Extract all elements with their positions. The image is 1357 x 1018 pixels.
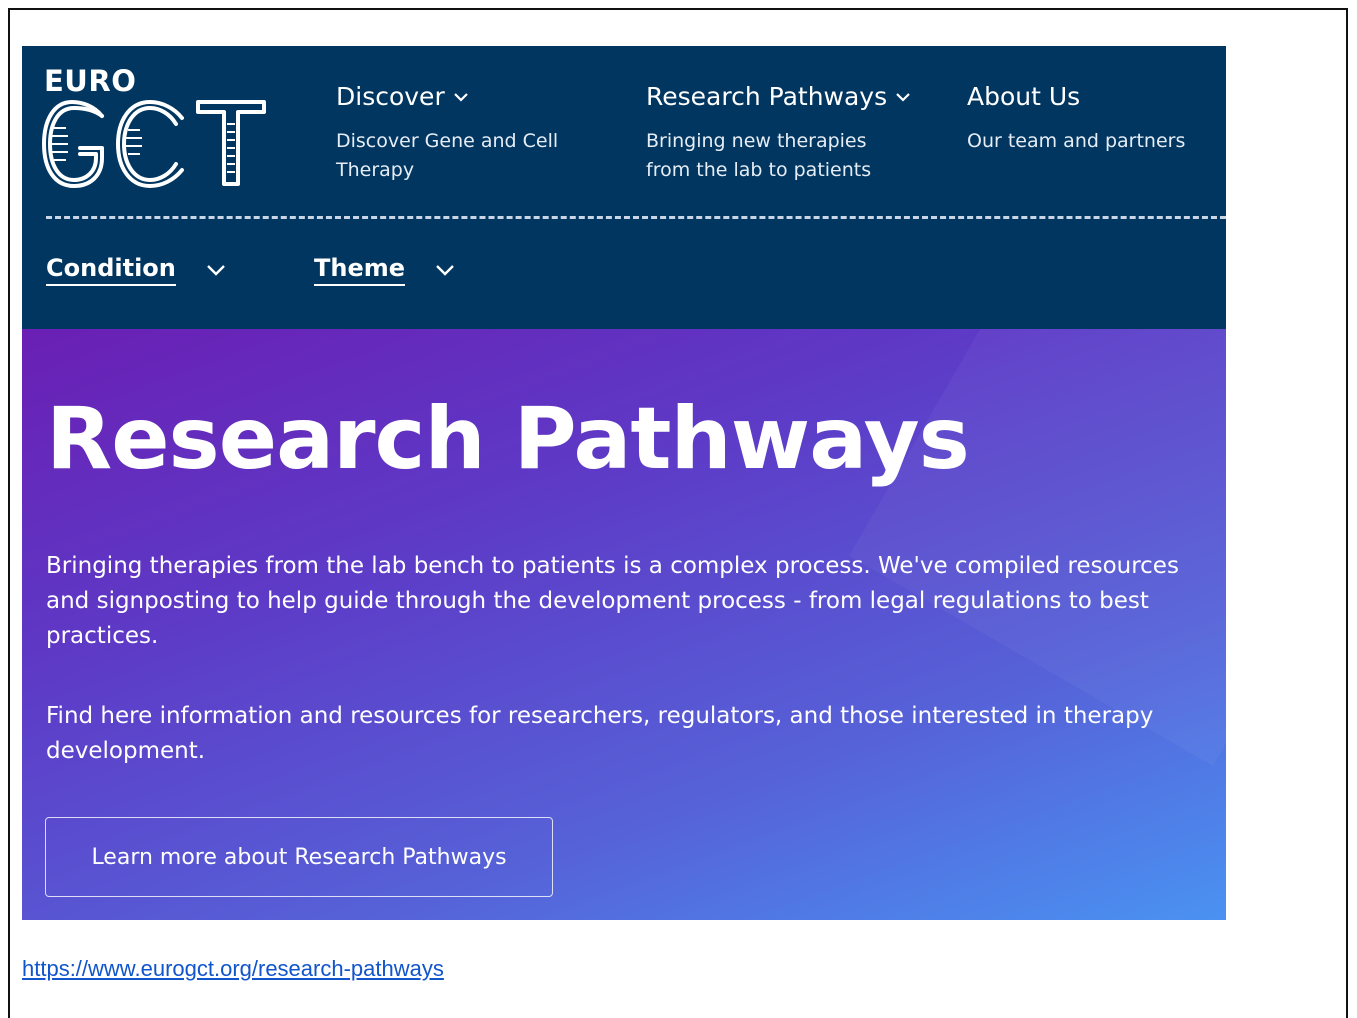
nav-about-us[interactable]: About Us Our team and partners bbox=[967, 82, 1222, 156]
website-screenshot: EURO Discover Discover Gene and Cell The… bbox=[22, 46, 1226, 920]
source-url-link[interactable]: https://www.eurogct.org/research-pathway… bbox=[22, 956, 444, 982]
nav-discover-title[interactable]: Discover bbox=[336, 82, 616, 111]
hero-section: Research Pathways Bringing therapies fro… bbox=[22, 329, 1226, 920]
hero-paragraph-2: Find here information and resources for … bbox=[46, 703, 1154, 764]
chevron-down-icon bbox=[436, 265, 454, 276]
logo-gct-icon bbox=[42, 100, 266, 188]
filter-theme[interactable]: Theme bbox=[314, 254, 455, 286]
nav-research-pathways-title[interactable]: Research Pathways bbox=[646, 82, 946, 111]
nav-research-pathways[interactable]: Research Pathways Bringing new therapies… bbox=[646, 82, 946, 185]
filter-condition-label: Condition bbox=[46, 254, 176, 286]
chevron-down-icon bbox=[896, 92, 910, 102]
site-header: EURO Discover Discover Gene and Cell The… bbox=[22, 46, 1226, 329]
chevron-down-icon bbox=[453, 92, 468, 102]
hero-paragraph-1: Bringing therapies from the lab bench to… bbox=[46, 553, 1179, 649]
nav-discover-subtitle: Discover Gene and Cell Therapy bbox=[336, 130, 559, 181]
filter-condition[interactable]: Condition bbox=[46, 254, 226, 286]
page-title: Research Pathways bbox=[46, 389, 970, 489]
filter-theme-label: Theme bbox=[314, 254, 406, 286]
chevron-down-icon bbox=[207, 265, 225, 276]
learn-more-button[interactable]: Learn more about Research Pathways bbox=[45, 817, 553, 897]
nav-research-pathways-subtitle: Bringing new therapies from the lab to p… bbox=[646, 130, 872, 181]
nav-about-us-subtitle: Our team and partners bbox=[967, 130, 1186, 152]
logo-euro-text: EURO bbox=[44, 64, 137, 98]
nav-about-us-title[interactable]: About Us bbox=[967, 82, 1222, 111]
nav-discover[interactable]: Discover Discover Gene and Cell Therapy bbox=[336, 82, 616, 185]
eurogct-logo[interactable]: EURO bbox=[42, 64, 267, 189]
header-divider bbox=[46, 216, 1226, 219]
